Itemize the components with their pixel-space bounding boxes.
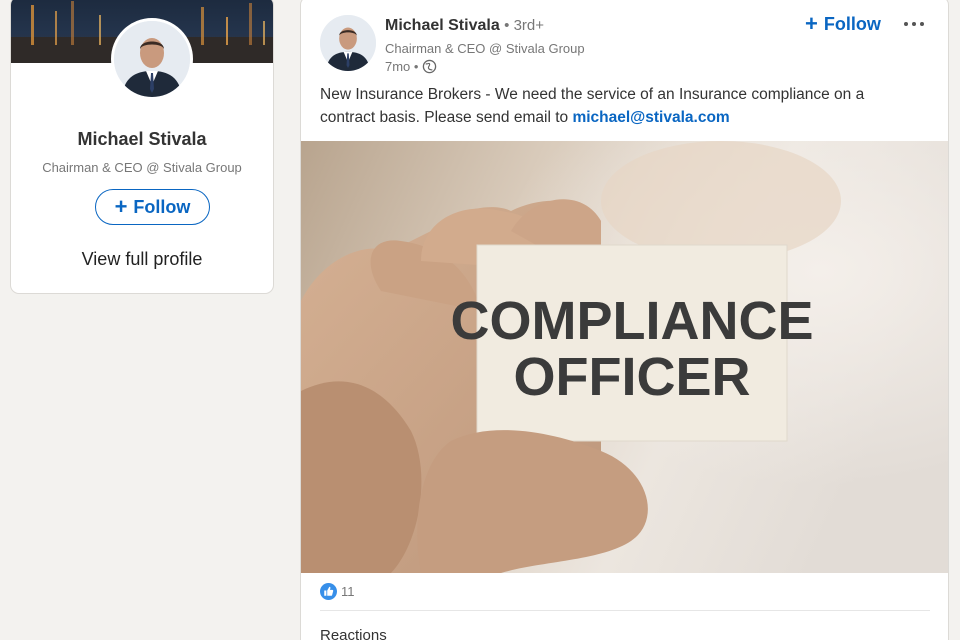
profile-follow-button[interactable]: + Follow	[95, 189, 210, 225]
post-meta: 7mo •	[385, 59, 437, 74]
profile-avatar[interactable]	[111, 18, 193, 100]
post-follow-button[interactable]: + Follow	[805, 11, 881, 37]
divider	[320, 610, 930, 611]
profile-card: Michael Stivala Chairman & CEO @ Stivala…	[10, 0, 274, 294]
profile-headline: Chairman & CEO @ Stivala Group	[42, 160, 242, 175]
reactions-section-label: Reactions	[320, 627, 387, 640]
globe-icon	[423, 59, 437, 74]
author-line: Michael Stivala • 3rd+	[385, 17, 544, 35]
author-name[interactable]: Michael Stivala	[385, 17, 500, 34]
follow-label: Follow	[133, 196, 191, 217]
follow-label: Follow	[823, 13, 881, 34]
author-headline: Chairman & CEO @ Stivala Group	[385, 41, 585, 56]
reaction-count: 11	[341, 584, 355, 599]
author-avatar[interactable]	[320, 15, 376, 71]
post-time: 7mo •	[385, 59, 419, 74]
plus-icon: +	[114, 194, 128, 219]
reactions-summary[interactable]: 11	[320, 583, 355, 600]
connection-degree: • 3rd+	[504, 17, 545, 34]
profile-name[interactable]: Michael Stivala	[11, 129, 273, 150]
email-link[interactable]: michael@stivala.com	[572, 109, 729, 126]
like-icon	[320, 583, 337, 600]
image-text-line2: OFFICER	[514, 347, 751, 407]
post-text: New Insurance Brokers - We need the serv…	[320, 83, 920, 129]
view-full-profile-link[interactable]: View full profile	[11, 249, 273, 270]
plus-icon: +	[805, 11, 818, 36]
image-text-line1: COMPLIANCE	[451, 291, 814, 351]
post-card: Michael Stivala • 3rd+ Chairman & CEO @ …	[300, 0, 949, 640]
post-image[interactable]: COMPLIANCE OFFICER	[301, 141, 948, 573]
more-icon[interactable]	[897, 13, 931, 35]
